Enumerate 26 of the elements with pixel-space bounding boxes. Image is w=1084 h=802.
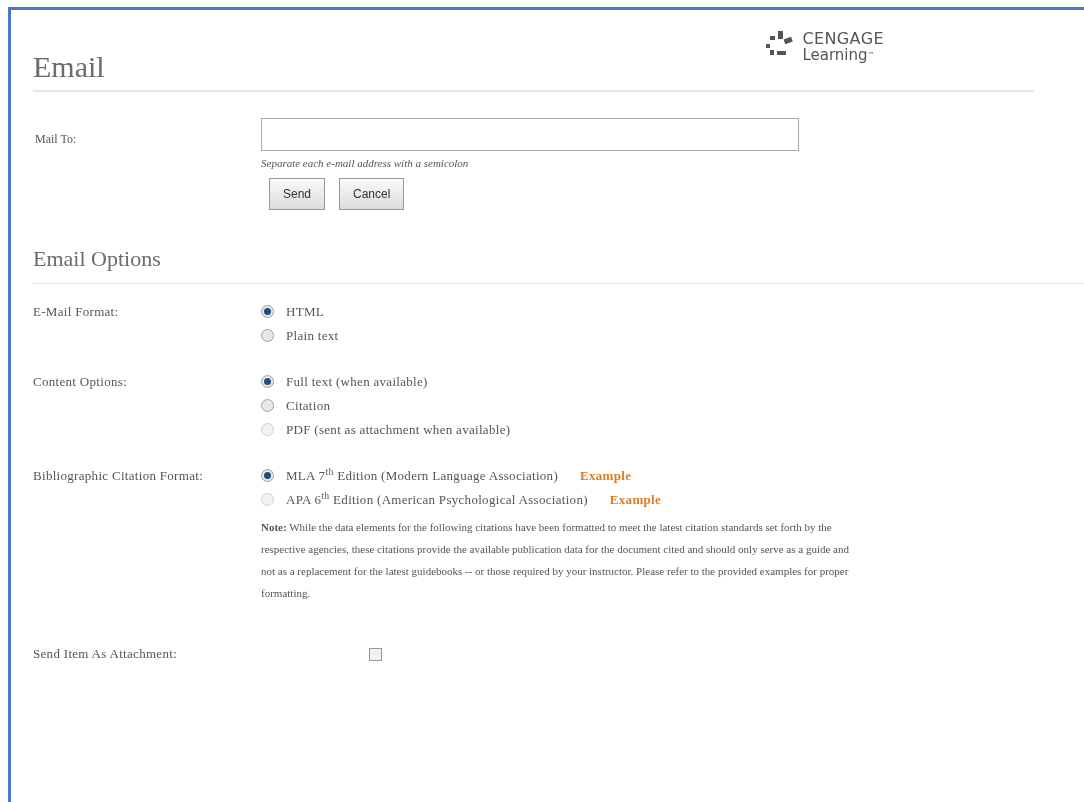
cancel-button[interactable]: Cancel bbox=[339, 177, 405, 210]
field-label: Mail To: bbox=[34, 131, 78, 148]
option-label: E-Mail Format: bbox=[33, 302, 120, 321]
radio-button[interactable] bbox=[261, 329, 274, 342]
radio-label: HTML bbox=[286, 302, 325, 321]
radio-button[interactable] bbox=[261, 375, 274, 388]
radio-label: Plain text bbox=[286, 326, 339, 345]
option-label: Bibliographic Citation Format: bbox=[33, 466, 205, 485]
page-title: Email bbox=[33, 52, 105, 82]
option-label: Content Options: bbox=[33, 372, 128, 391]
field-hint: Separate each e-mail address with a semicolon bbox=[261, 156, 470, 171]
radio-label: Full text (when available) bbox=[286, 372, 428, 391]
section-title: Email Options bbox=[33, 241, 1084, 284]
radio-button[interactable] bbox=[261, 469, 274, 482]
note-text: Note: While the data elements for the following citations have been formatted to meet the latest citation standards set forth by the respective agencies, these citations provide the available publication data for the document cited and should only serve as a guide and not as a replacement for the latest guidebooks -- or those required by your instructor. Please refer to the provided examples for proper formatting. bbox=[261, 519, 850, 601]
radio-label: APA 6$^{th}$ Edition (American Psychological Association) bbox=[286, 489, 588, 509]
radio-button[interactable] bbox=[261, 305, 274, 318]
mail-to-field[interactable] bbox=[261, 118, 799, 151]
radio-label: MLA 7$^{th}$ Edition (Modern Language Association) bbox=[286, 465, 559, 485]
logo-wordmark: CENGAGE bbox=[802, 30, 884, 47]
radio-button[interactable] bbox=[261, 399, 274, 412]
radio-label: PDF (sent as attachment when available) bbox=[286, 420, 511, 439]
attachment-checkbox[interactable] bbox=[369, 647, 382, 661]
send-button[interactable]: Send bbox=[269, 177, 326, 210]
option-label: Send Item As Attachment: bbox=[33, 644, 179, 663]
radio-label: Citation bbox=[286, 396, 331, 415]
